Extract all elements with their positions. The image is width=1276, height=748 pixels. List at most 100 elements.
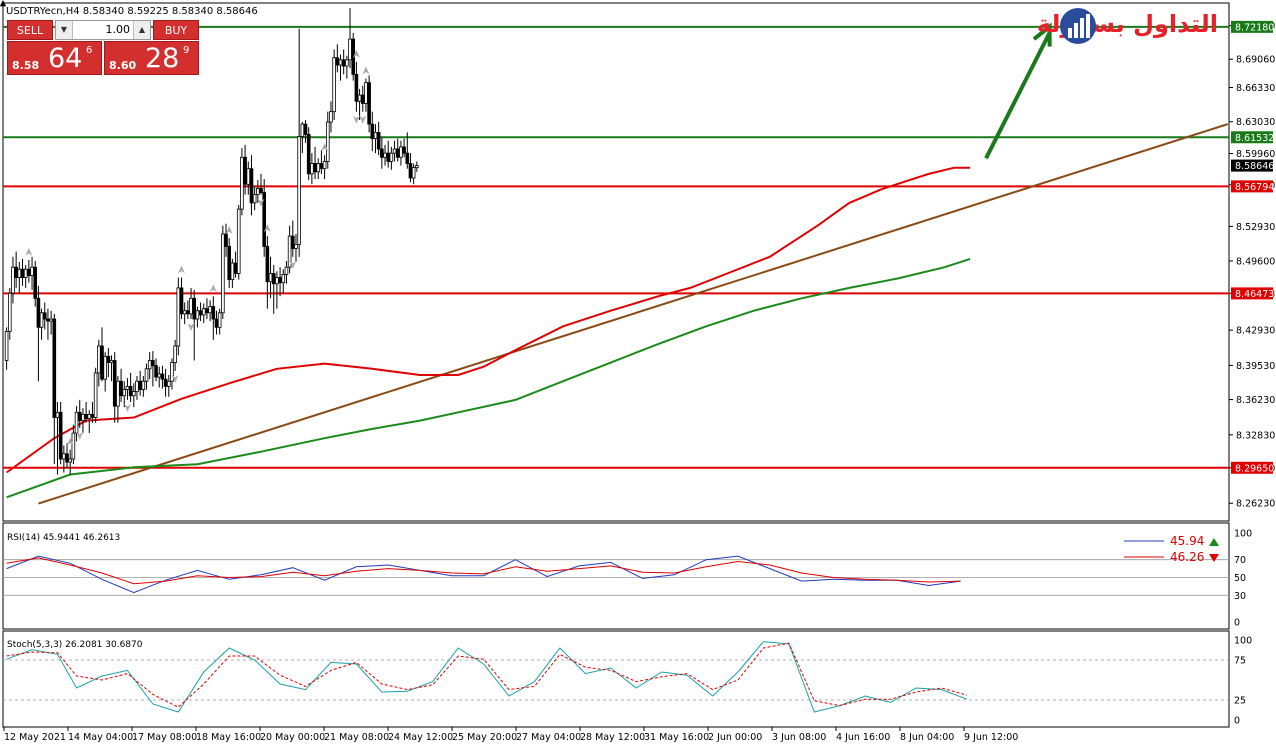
bear-candle <box>33 266 38 299</box>
bear-candle <box>386 152 390 162</box>
bear-candle <box>112 360 117 407</box>
bull-candle <box>275 277 279 285</box>
bear-candle <box>227 246 232 281</box>
time-tick-label: 24 May 12:00 <box>388 732 453 743</box>
bull-candle <box>316 163 321 173</box>
time-tick-label: 20 May 00:00 <box>260 732 325 743</box>
buy-button[interactable]: BUY <box>153 20 199 40</box>
time-tick-label: 12 May 2021 <box>4 732 66 743</box>
fractal-down-arrow-icon <box>359 115 367 124</box>
fractal-up-arrow-icon <box>178 265 185 274</box>
price-tick-label: 8.39530 <box>1236 361 1275 372</box>
bull-candle <box>297 136 301 245</box>
bear-candle <box>395 148 400 158</box>
bear-candle <box>224 233 228 247</box>
price-tick-label: 8.26230 <box>1236 499 1275 510</box>
bear-candle <box>303 123 308 135</box>
bull-candle <box>383 152 387 158</box>
bull-candle <box>221 233 225 314</box>
bull-candle <box>109 360 114 363</box>
stoch-panel-frame <box>2 630 1230 728</box>
indicator-tick-label: 0 <box>1234 618 1240 629</box>
lot-size-value[interactable]: 1.00 <box>72 21 134 39</box>
bull-candle <box>310 163 314 175</box>
sell-price-main: 64 <box>48 43 83 74</box>
lot-size-stepper[interactable]: ▼ 1.00 ▲ <box>55 20 151 40</box>
lot-up-arrow-icon[interactable]: ▲ <box>133 21 150 39</box>
bull-candle <box>131 391 136 397</box>
lot-dropdown-arrow-icon[interactable]: ▼ <box>56 21 73 39</box>
bull-candle <box>389 152 394 162</box>
buy-price-box[interactable]: 8.60 28 9 <box>104 41 199 75</box>
bear-candle <box>249 168 254 204</box>
bear-candle <box>163 378 168 387</box>
stoch-title: Stoch(5,3,3) 26.2081 30.6870 <box>7 640 143 650</box>
bull-candle <box>364 82 368 104</box>
bear-candle <box>211 306 216 320</box>
bull-candle <box>157 373 162 378</box>
rsi-indicator: 100 70 50 30 0 RSI(14) 45.9441 46.2613 45.94 46… <box>3 529 1252 629</box>
bull-candle <box>217 312 222 328</box>
bull-candle <box>170 362 174 382</box>
time-tick-label: 31 May 16:00 <box>644 732 709 743</box>
price-tick-label: 8.69060 <box>1236 55 1275 66</box>
bear-candle <box>186 310 190 315</box>
time-tick-label: 28 May 12:00 <box>580 732 645 743</box>
indicator-tick-label: 100 <box>1234 636 1252 647</box>
indicator-tick-label: 25 <box>1234 696 1246 707</box>
bear-candle <box>313 163 317 173</box>
fractal-up-arrow-icon <box>25 247 33 256</box>
bull-candle <box>399 146 403 158</box>
bear-candle <box>192 297 197 320</box>
level-label: 8.56794 <box>1235 182 1274 193</box>
sell-price-box[interactable]: 8.58 64 6 <box>7 41 102 75</box>
bull-candle <box>338 59 343 66</box>
bear-candle <box>42 312 47 320</box>
rsi-title: RSI(14) 45.9441 46.2613 <box>7 533 120 543</box>
time-tick-label: 2 Jun 00:00 <box>708 732 762 743</box>
bull-candle <box>62 453 66 460</box>
bear-candle <box>243 156 247 185</box>
bear-candle <box>128 386 133 397</box>
bear-candle <box>335 57 340 66</box>
bull-candle <box>236 208 241 274</box>
symbol-title: USDTRYecn,H4 8.58340 8.59225 8.58340 8.5… <box>6 6 258 17</box>
time-tick-label: 8 Jun 04:00 <box>900 732 954 743</box>
bull-candle <box>415 165 419 169</box>
bull-candle <box>373 132 378 140</box>
bear-candle <box>90 413 95 418</box>
bull-candle <box>4 331 9 361</box>
bear-candle <box>408 163 413 179</box>
time-axis: 12 May 2021 14 May 04:0017 May 08:0018 Ma… <box>3 727 1018 743</box>
bull-candle <box>103 355 107 380</box>
bear-candle <box>290 235 295 249</box>
rsi-up-triangle-icon <box>1209 538 1219 546</box>
bull-candle <box>252 194 257 204</box>
fractal-up-arrow-icon <box>209 284 217 293</box>
bear-candle <box>154 365 158 378</box>
sell-button[interactable]: SELL <box>7 20 53 40</box>
bull-candle <box>116 380 120 407</box>
rsi-panel-frame <box>2 522 1230 630</box>
price-tick-label: 8.49600 <box>1236 256 1275 267</box>
time-tick-label: 14 May 04:00 <box>68 732 133 743</box>
bear-candle <box>52 318 57 418</box>
price-tick-label: 8.36230 <box>1236 395 1275 406</box>
level-label: 8.46473 <box>1235 289 1274 300</box>
indicator-tick-label: 70 <box>1234 555 1246 566</box>
up-arrow-shaft <box>984 31 1052 160</box>
buy-price-main: 28 <box>145 43 180 74</box>
bear-candle <box>214 318 219 328</box>
bear-candle <box>376 132 381 150</box>
indicator-series-line <box>6 642 968 708</box>
bear-candle <box>265 246 270 283</box>
bull-candle <box>71 432 76 460</box>
fast-moving-average <box>6 166 971 474</box>
chart-canvas[interactable]: 8.723008.690608.663308.630308.599608.569… <box>0 0 1276 748</box>
bull-candle <box>329 111 333 123</box>
bull-candle <box>81 413 85 422</box>
bull-candle <box>173 345 177 363</box>
brand-chart-icon <box>1060 8 1096 44</box>
rsi-down-triangle-icon <box>1209 554 1219 562</box>
bull-candle <box>93 372 98 418</box>
